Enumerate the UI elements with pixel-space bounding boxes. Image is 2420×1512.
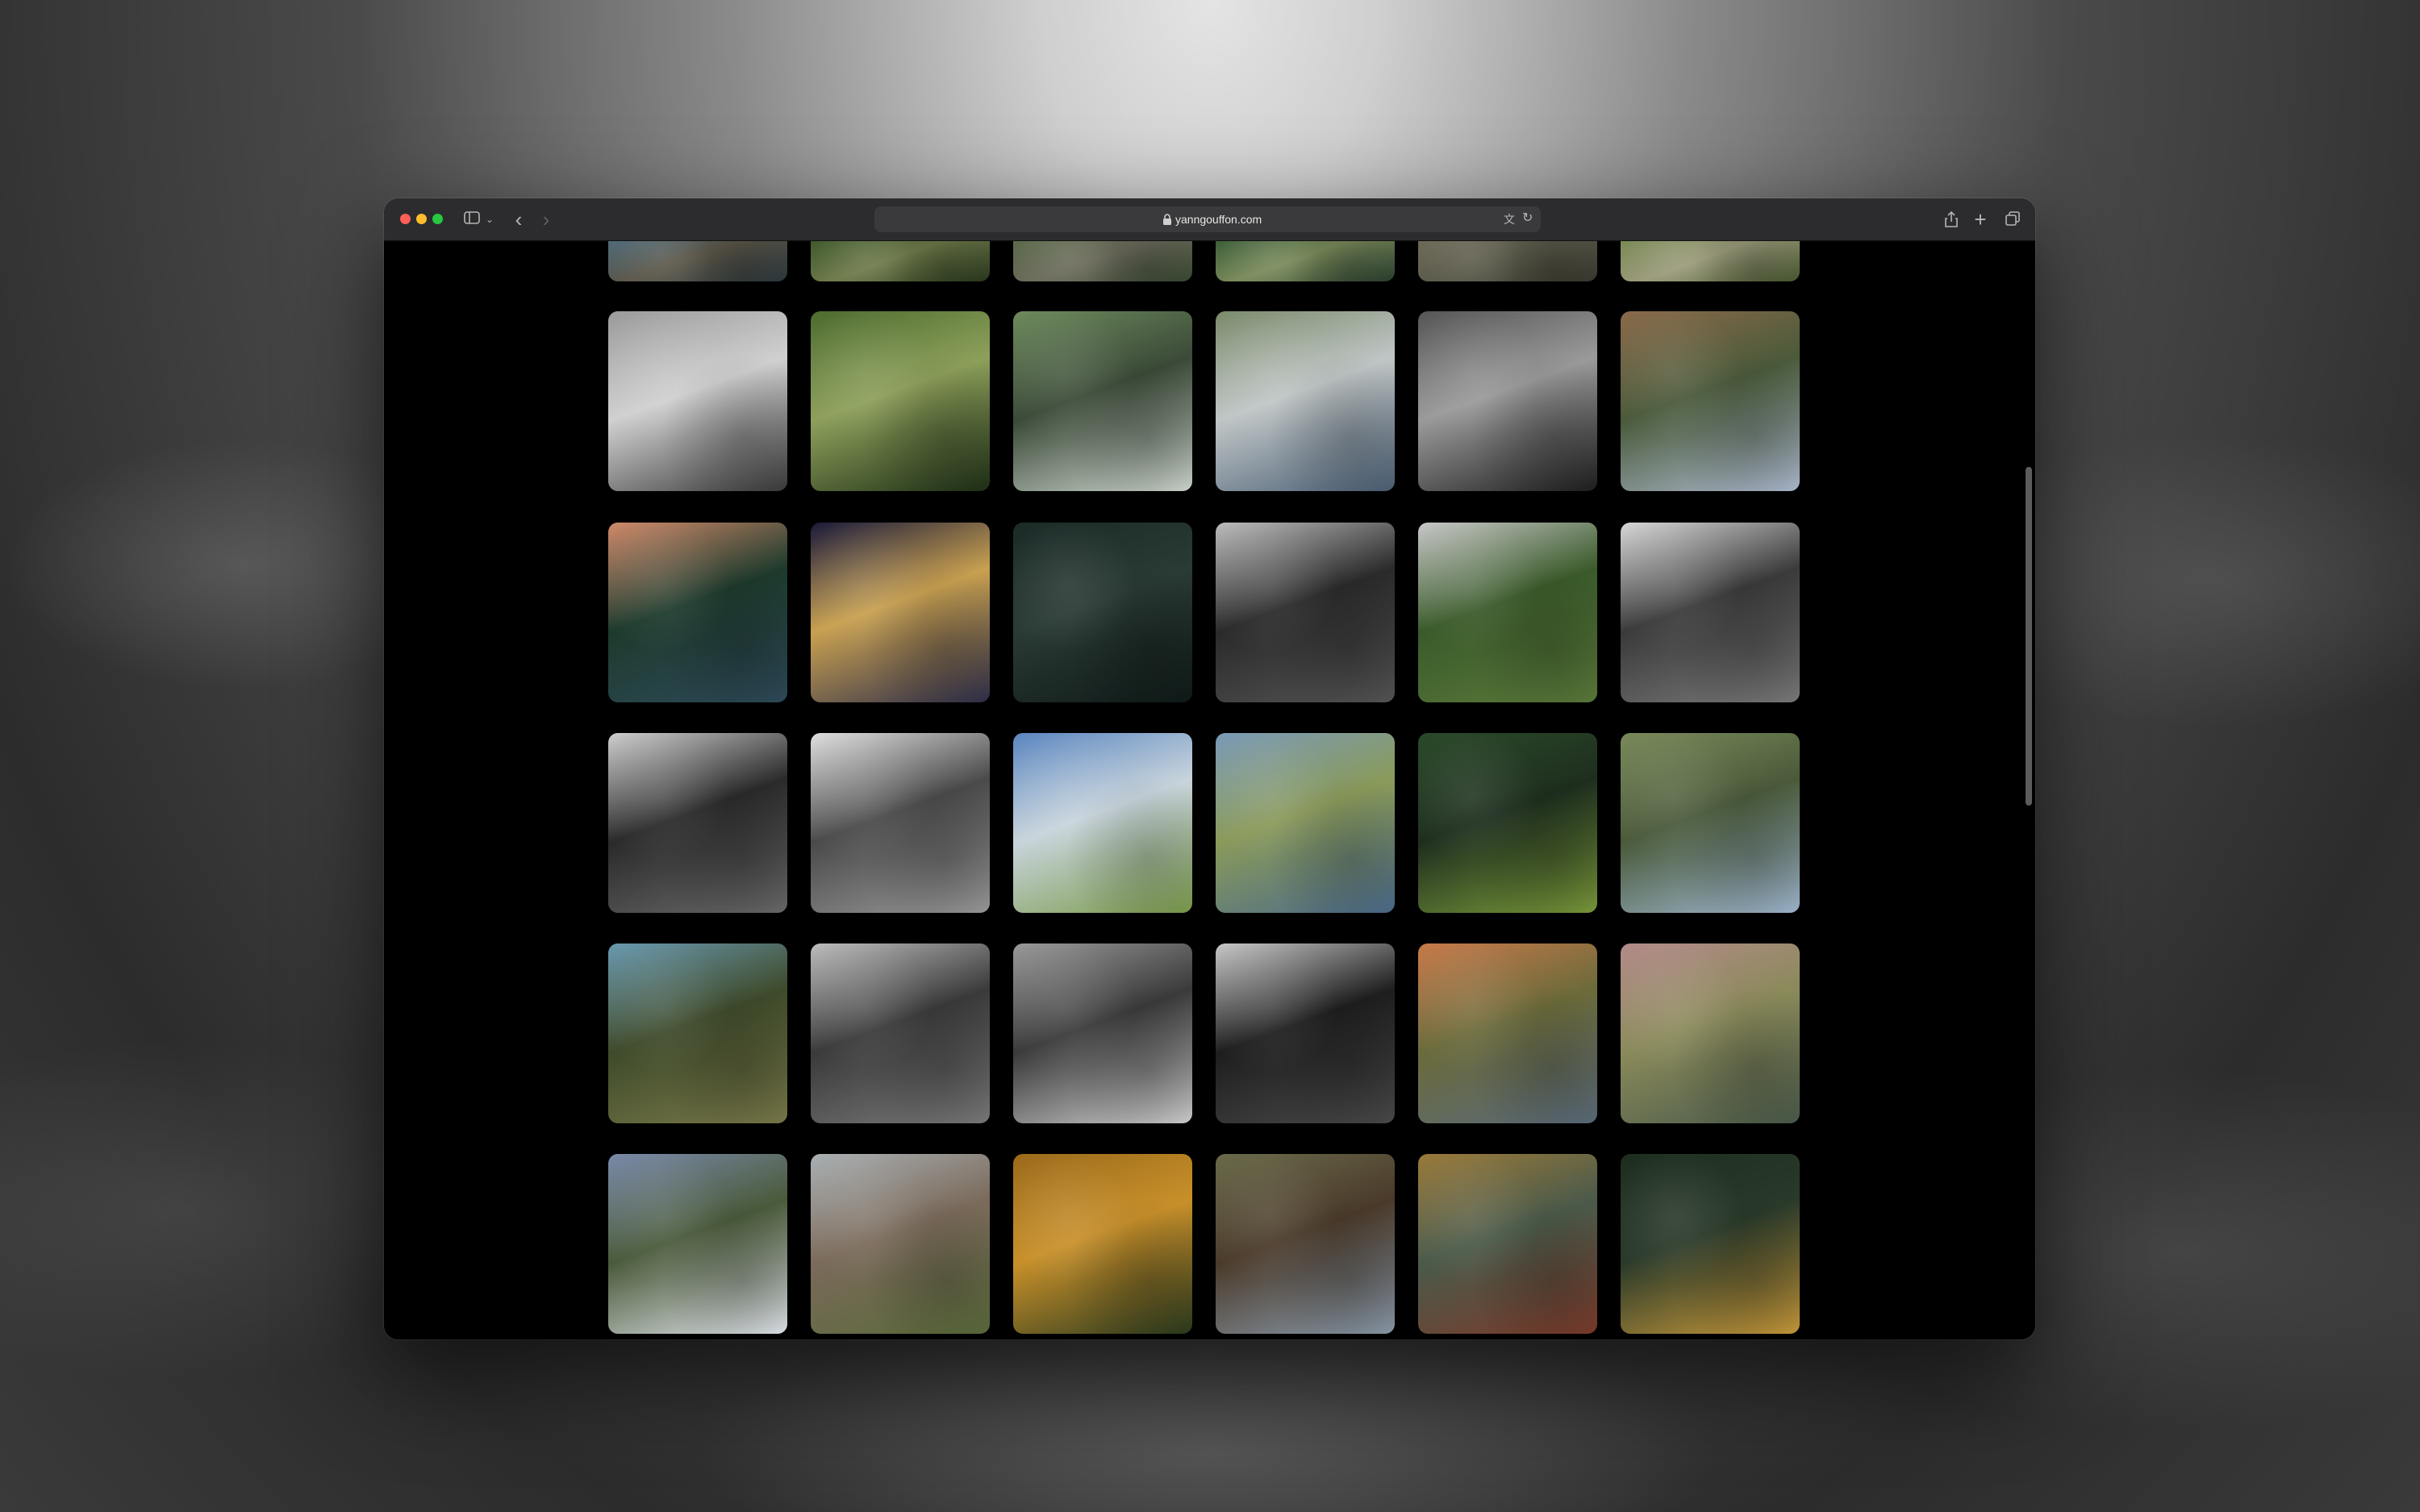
photo-texture: [1418, 943, 1597, 1123]
photo-tile-night-stars-valley[interactable]: [811, 523, 990, 702]
browser-toolbar: ⌄ ‹ › yanngouffon.com 文 ↻ +: [384, 198, 2035, 241]
photo-tile-mountain-river[interactable]: [1216, 311, 1395, 491]
photo-texture: [1418, 733, 1597, 913]
photo-tile-green-valley-clouds[interactable]: [1013, 733, 1192, 913]
photo-tile-sea-of-clouds-bw[interactable]: [811, 943, 990, 1123]
sidebar-icon[interactable]: [461, 209, 482, 230]
page-content: [384, 241, 2035, 1339]
photo-tile-grass-trail[interactable]: [1621, 241, 1800, 281]
tab-overview-icon[interactable]: [2002, 209, 2023, 230]
photo-tile-waterfall-stream[interactable]: [1013, 311, 1192, 491]
photo-tile-forest-meadow[interactable]: [811, 241, 990, 281]
photo-texture: [608, 523, 787, 702]
photo-tile-forest-path[interactable]: [811, 311, 990, 491]
photo-texture: [1621, 733, 1800, 913]
photo-texture: [608, 1154, 787, 1334]
plus-icon[interactable]: +: [1970, 209, 1991, 230]
translate-icon[interactable]: 文: [1504, 211, 1515, 227]
chevron-down-icon[interactable]: ⌄: [484, 209, 495, 230]
photo-texture: [1013, 733, 1192, 913]
photo-tile-alpine-stream[interactable]: [1621, 733, 1800, 913]
photo-texture: [1418, 523, 1597, 702]
photo-texture: [608, 943, 787, 1123]
photo-tile-autumn-larches[interactable]: [1013, 1154, 1192, 1334]
photo-tile-sunset-mountains[interactable]: [608, 523, 787, 702]
photo-gallery-grid: [384, 241, 2035, 1339]
photo-texture: [1621, 943, 1800, 1123]
photo-tile-chapel-grazing-cows[interactable]: [811, 1154, 990, 1334]
photo-texture: [1216, 943, 1395, 1123]
photo-texture: [1013, 241, 1192, 281]
photo-tile-pink-sky-valley[interactable]: [1621, 943, 1800, 1123]
photo-tile-sunlit-green-valley[interactable]: [1418, 733, 1597, 913]
photo-texture: [1013, 311, 1192, 491]
photo-texture: [811, 943, 990, 1123]
photo-texture: [811, 523, 990, 702]
photo-texture: [1216, 733, 1395, 913]
photo-texture: [1621, 1154, 1800, 1334]
photo-tile-misty-peak-bw[interactable]: [608, 733, 787, 913]
photo-texture: [1418, 311, 1597, 491]
lock-icon: [1162, 213, 1172, 226]
photo-texture: [608, 241, 787, 281]
photo-texture: [1216, 1154, 1395, 1334]
photo-tile-lone-tree-bw[interactable]: [608, 311, 787, 491]
photo-tile-snowy-lake-view[interactable]: [608, 1154, 787, 1334]
photo-tile-mountain-slope[interactable]: [1418, 241, 1597, 281]
photo-texture: [1621, 241, 1800, 281]
photo-texture: [1216, 311, 1395, 491]
photo-texture: [1013, 1154, 1192, 1334]
url-text[interactable]: yanngouffon.com: [1175, 206, 1262, 232]
photo-texture: [811, 1154, 990, 1334]
photo-texture: [1013, 943, 1192, 1123]
address-bar[interactable]: yanngouffon.com 文 ↻: [874, 206, 1541, 232]
maximize-window-button[interactable]: [432, 214, 443, 224]
photo-tile-rocky-slope[interactable]: [1013, 241, 1192, 281]
photo-texture: [811, 311, 990, 491]
photo-texture: [1621, 523, 1800, 702]
photo-texture: [608, 311, 787, 491]
photo-tile-sunset-glacier[interactable]: [1418, 943, 1597, 1123]
photo-tile-ibex-bw[interactable]: [811, 733, 990, 913]
minimize-window-button[interactable]: [416, 214, 427, 224]
photo-tile-autumn-red-tree[interactable]: [1418, 1154, 1597, 1334]
photo-tile-milky-way[interactable]: [1013, 523, 1192, 702]
photo-tile-autumn-valley-stream[interactable]: [1216, 1154, 1395, 1334]
reload-icon[interactable]: ↻: [1522, 210, 1533, 227]
photo-texture: [1418, 1154, 1597, 1334]
photo-texture: [1216, 241, 1395, 281]
photo-tile-rocky-peak-bw[interactable]: [1621, 523, 1800, 702]
share-icon[interactable]: [1941, 209, 1962, 230]
photo-tile-alpine-plateau[interactable]: [608, 943, 787, 1123]
photo-tile-alpine-lake[interactable]: [1216, 733, 1395, 913]
photo-texture: [1013, 523, 1192, 702]
photo-tile-golden-larch-forest[interactable]: [1621, 1154, 1800, 1334]
photo-tile-clouds-over-meadow[interactable]: [1418, 523, 1597, 702]
photo-texture: [608, 733, 787, 913]
photo-tile-jagged-peaks-bw[interactable]: [1216, 523, 1395, 702]
photo-tile-mountain-landscape[interactable]: [608, 241, 787, 281]
photo-tile-valley-green[interactable]: [1216, 241, 1395, 281]
photo-texture: [1216, 523, 1395, 702]
browser-window: ⌄ ‹ › yanngouffon.com 文 ↻ +: [384, 198, 2035, 1339]
photo-texture: [1418, 241, 1597, 281]
photo-texture: [811, 241, 990, 281]
photo-tile-mountain-chalets-bw[interactable]: [1216, 943, 1395, 1123]
photo-texture: [811, 733, 990, 913]
photo-tile-alpine-village-bridge[interactable]: [1621, 311, 1800, 491]
close-window-button[interactable]: [400, 214, 411, 224]
chevron-left-icon[interactable]: ‹: [510, 209, 528, 230]
photo-tile-rocky-terrain-bw[interactable]: [1013, 943, 1192, 1123]
scrollbar[interactable]: [2026, 467, 2032, 806]
photo-tile-forest-cabin-bw[interactable]: [1418, 311, 1597, 491]
chevron-right-icon[interactable]: ›: [537, 209, 555, 230]
photo-texture: [1621, 311, 1800, 491]
